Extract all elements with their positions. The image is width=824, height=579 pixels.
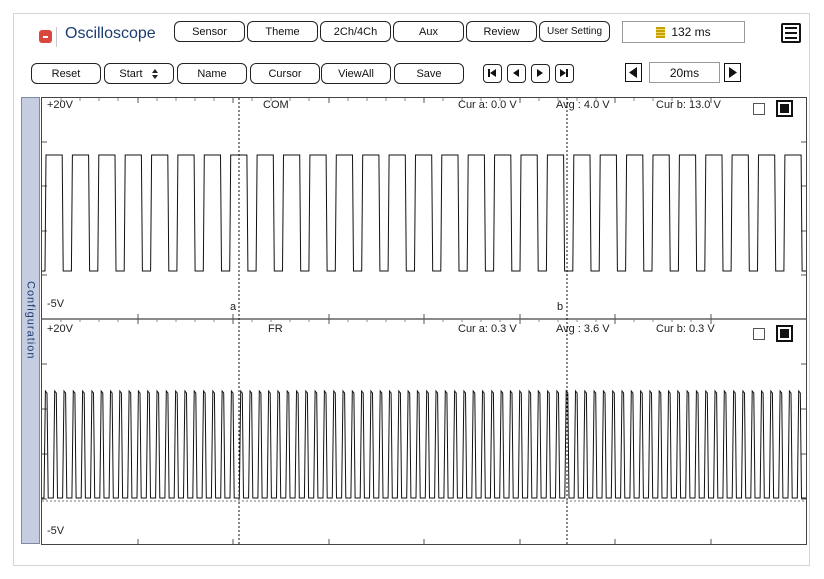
capture-time-display: 132 ms [622, 21, 745, 43]
next-frame-button[interactable] [531, 64, 550, 83]
cursor-b-label: b [557, 301, 564, 313]
ch1-name: COM [263, 99, 289, 111]
channel-mode-button[interactable]: 2Ch/4Ch [320, 21, 391, 42]
review-button[interactable]: Review [466, 21, 537, 42]
cursor-button[interactable]: Cursor [250, 63, 320, 84]
last-frame-button[interactable] [555, 64, 574, 83]
ch2-toggle[interactable] [776, 325, 793, 342]
step-back-icon [513, 69, 519, 77]
ch1-bottom-scale: -5V [47, 298, 65, 310]
title-separator [56, 27, 57, 47]
ch2-top-scale: +20V [47, 323, 73, 335]
ch2-name: FR [268, 323, 283, 335]
scope-canvas[interactable] [42, 98, 806, 544]
ch2-trace [42, 389, 806, 499]
right-arrow-icon [729, 67, 737, 78]
cursor-a-label: a [230, 301, 237, 313]
step-forward-icon [537, 69, 543, 77]
stopwatch-icon [656, 26, 666, 38]
view-all-button[interactable]: ViewAll [321, 63, 391, 84]
ch1-checkbox[interactable] [753, 103, 765, 115]
sidebar-label: Configuration [24, 281, 37, 360]
save-button[interactable]: Save [394, 63, 464, 84]
scope-display[interactable] [41, 97, 807, 545]
theme-button[interactable]: Theme [247, 21, 318, 42]
aux-button[interactable]: Aux [393, 21, 464, 42]
app-menu-icon[interactable] [39, 30, 52, 43]
capture-time-value: 132 ms [671, 25, 711, 39]
name-button[interactable]: Name [177, 63, 247, 84]
ch2-checkbox[interactable] [753, 328, 765, 340]
select-updown-icon [151, 68, 158, 79]
hamburger-menu-icon[interactable] [781, 23, 801, 43]
ch1-cur-a: Cur a: 0.0 V [458, 99, 517, 111]
first-frame-button[interactable] [483, 64, 502, 83]
ch1-top-scale: +20V [47, 99, 73, 111]
sensor-button[interactable]: Sensor [174, 21, 245, 42]
ch1-avg: Avg : 4.0 V [556, 99, 610, 111]
previous-frame-button[interactable] [507, 64, 526, 83]
ch2-avg: Avg : 3.6 V [556, 323, 610, 335]
app-title: Oscilloscope [65, 25, 156, 42]
start-select-value: Start [119, 67, 143, 80]
time-div-increase-button[interactable] [724, 63, 741, 82]
ch2-cur-a: Cur a: 0.3 V [458, 323, 517, 335]
left-arrow-icon [629, 67, 637, 78]
reset-button[interactable]: Reset [31, 63, 101, 84]
time-div-display: 20ms [649, 62, 720, 83]
ch2-cur-b: Cur b: 0.3 V [656, 323, 715, 335]
time-div-decrease-button[interactable] [625, 63, 642, 82]
skip-to-start-icon [488, 69, 496, 77]
ch2-bottom-scale: -5V [47, 525, 65, 537]
configuration-sidebar[interactable]: Configuration [21, 97, 40, 544]
skip-to-end-icon [560, 69, 568, 77]
ch1-toggle[interactable] [776, 100, 793, 117]
user-setting-button[interactable]: User Setting [539, 21, 610, 42]
ch1-trace [42, 154, 806, 272]
start-select[interactable]: Start [104, 63, 174, 84]
ch1-cur-b: Cur b: 13.0 V [656, 99, 721, 111]
